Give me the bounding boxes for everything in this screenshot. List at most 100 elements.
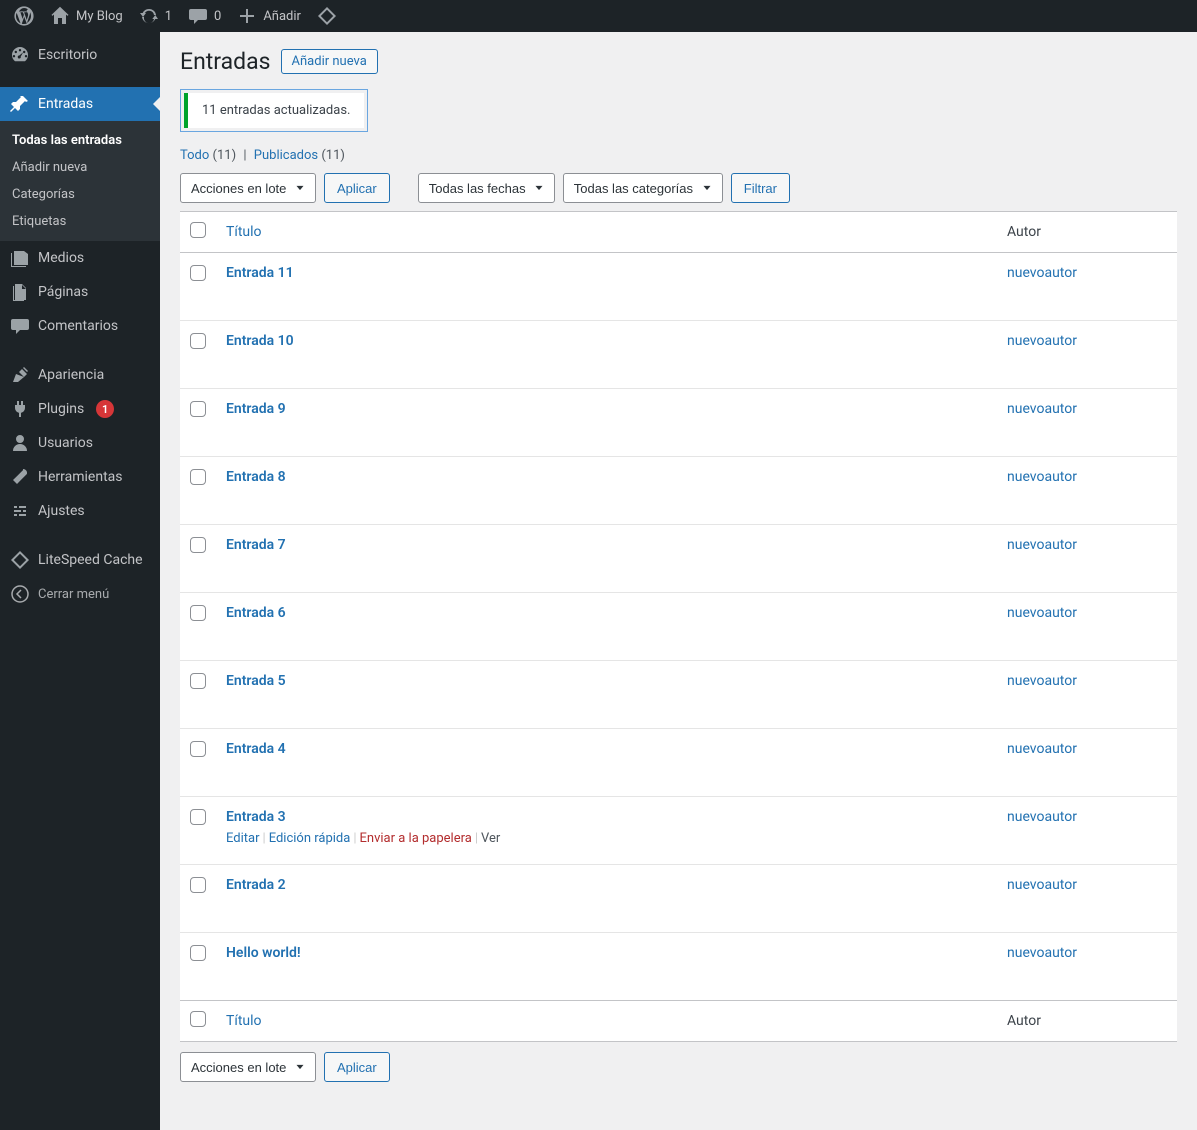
settings-icon (10, 501, 30, 521)
comments-link[interactable]: 0 (180, 0, 229, 32)
notice-text: 11 entradas actualizadas. (202, 103, 350, 118)
bulk-actions-select-bottom[interactable]: Acciones en lote (180, 1052, 316, 1082)
updates-link[interactable]: 1 (131, 0, 180, 32)
select-all-checkbox-bottom[interactable] (190, 1011, 206, 1027)
sub-tags[interactable]: Etiquetas (0, 208, 160, 235)
nav-pages[interactable]: Páginas (0, 275, 160, 309)
sub-all-posts[interactable]: Todas las entradas (0, 127, 160, 154)
litespeed-topbar[interactable] (309, 0, 345, 32)
users-icon (10, 433, 30, 453)
column-title-footer[interactable]: Título (226, 1013, 262, 1029)
row-checkbox[interactable] (190, 809, 206, 825)
row-action-view[interactable]: Ver (481, 831, 500, 846)
nav-media[interactable]: Medios (0, 241, 160, 275)
nav-litespeed[interactable]: LiteSpeed Cache (0, 543, 160, 577)
nav-tools[interactable]: Herramientas (0, 460, 160, 494)
filter-button[interactable]: Filtrar (731, 173, 790, 203)
bulk-actions-select[interactable]: Acciones en lote (180, 173, 316, 203)
nav-plugins[interactable]: Plugins 1 (0, 392, 160, 426)
row-checkbox[interactable] (190, 945, 206, 961)
add-new-button[interactable]: Añadir nueva (281, 49, 378, 74)
nav-separator (0, 533, 160, 538)
author-link[interactable]: nuevoautor (1007, 741, 1077, 757)
media-icon (10, 248, 30, 268)
select-all-checkbox[interactable] (190, 222, 206, 238)
nav-label: Herramientas (38, 469, 123, 485)
page-title: Entradas (180, 48, 271, 75)
nav-collapse[interactable]: Cerrar menú (0, 577, 160, 611)
plugins-icon (10, 399, 30, 419)
nav-appearance[interactable]: Apariencia (0, 358, 160, 392)
category-filter-select[interactable]: Todas las categorías (563, 173, 723, 203)
litespeed-icon (10, 550, 30, 570)
site-name: My Blog (76, 9, 123, 24)
author-link[interactable]: nuevoautor (1007, 537, 1077, 553)
nav-settings[interactable]: Ajustes (0, 494, 160, 528)
post-title-link[interactable]: Entrada 8 (226, 469, 286, 485)
row-checkbox[interactable] (190, 877, 206, 893)
table-row: Entrada 6Editar|Edición rápida|Enviar a … (180, 593, 1177, 661)
row-checkbox[interactable] (190, 673, 206, 689)
nav-comments[interactable]: Comentarios (0, 309, 160, 343)
post-title-link[interactable]: Entrada 3 (226, 809, 286, 825)
view-all[interactable]: Todo (180, 148, 209, 163)
author-link[interactable]: nuevoautor (1007, 333, 1077, 349)
nav-label: LiteSpeed Cache (38, 552, 143, 568)
author-link[interactable]: nuevoautor (1007, 809, 1077, 825)
row-action-quick-edit[interactable]: Edición rápida (269, 831, 351, 846)
site-name-link[interactable]: My Blog (42, 0, 131, 32)
row-checkbox[interactable] (190, 605, 206, 621)
dashboard-icon (10, 45, 30, 65)
apply-button-top[interactable]: Aplicar (324, 173, 390, 203)
wp-logo[interactable] (6, 0, 42, 32)
plugins-update-badge: 1 (96, 400, 114, 418)
table-row: Entrada 5Editar|Edición rápida|Enviar a … (180, 661, 1177, 729)
author-link[interactable]: nuevoautor (1007, 673, 1077, 689)
post-title-link[interactable]: Hello world! (226, 945, 301, 961)
post-title-link[interactable]: Entrada 7 (226, 537, 286, 553)
row-actions: Editar|Edición rápida|Enviar a la papele… (226, 831, 987, 846)
author-link[interactable]: nuevoautor (1007, 605, 1077, 621)
row-checkbox[interactable] (190, 741, 206, 757)
row-action-edit[interactable]: Editar (226, 831, 260, 846)
litespeed-icon (317, 6, 337, 26)
comments-icon (10, 316, 30, 336)
nav-users[interactable]: Usuarios (0, 426, 160, 460)
nav-dashboard[interactable]: Escritorio (0, 38, 160, 72)
sub-categories[interactable]: Categorías (0, 181, 160, 208)
column-author-header: Autor (997, 212, 1177, 253)
view-published[interactable]: Publicados (254, 148, 318, 163)
author-link[interactable]: nuevoautor (1007, 265, 1077, 281)
row-checkbox[interactable] (190, 469, 206, 485)
author-link[interactable]: nuevoautor (1007, 469, 1077, 485)
nav-label: Páginas (38, 284, 88, 300)
nav-posts[interactable]: Entradas (0, 87, 160, 121)
comments-icon (188, 6, 208, 26)
row-checkbox[interactable] (190, 333, 206, 349)
post-title-link[interactable]: Entrada 11 (226, 265, 294, 281)
row-checkbox[interactable] (190, 265, 206, 281)
updates-count: 1 (165, 9, 172, 24)
post-title-link[interactable]: Entrada 6 (226, 605, 286, 621)
update-icon (139, 6, 159, 26)
post-title-link[interactable]: Entrada 2 (226, 877, 286, 893)
admin-top-bar: My Blog 1 0 Añadir (0, 0, 1197, 32)
post-title-link[interactable]: Entrada 10 (226, 333, 294, 349)
post-title-link[interactable]: Entrada 9 (226, 401, 286, 417)
column-title-header[interactable]: Título (226, 224, 262, 240)
main-content: Entradas Añadir nueva 11 entradas actual… (160, 32, 1197, 1130)
author-link[interactable]: nuevoautor (1007, 945, 1077, 961)
apply-button-bottom[interactable]: Aplicar (324, 1052, 390, 1082)
post-title-link[interactable]: Entrada 5 (226, 673, 286, 689)
row-checkbox[interactable] (190, 537, 206, 553)
post-title-link[interactable]: Entrada 4 (226, 741, 286, 757)
row-action-trash[interactable]: Enviar a la papelera (360, 831, 472, 846)
new-content-link[interactable]: Añadir (229, 0, 309, 32)
sub-add-new[interactable]: Añadir nueva (0, 154, 160, 181)
author-link[interactable]: nuevoautor (1007, 401, 1077, 417)
notice-highlight: 11 entradas actualizadas. (180, 89, 368, 132)
author-link[interactable]: nuevoautor (1007, 877, 1077, 893)
row-checkbox[interactable] (190, 401, 206, 417)
date-filter-select[interactable]: Todas las fechas (418, 173, 555, 203)
list-views: Todo (11) | Publicados (11) (180, 148, 1177, 163)
